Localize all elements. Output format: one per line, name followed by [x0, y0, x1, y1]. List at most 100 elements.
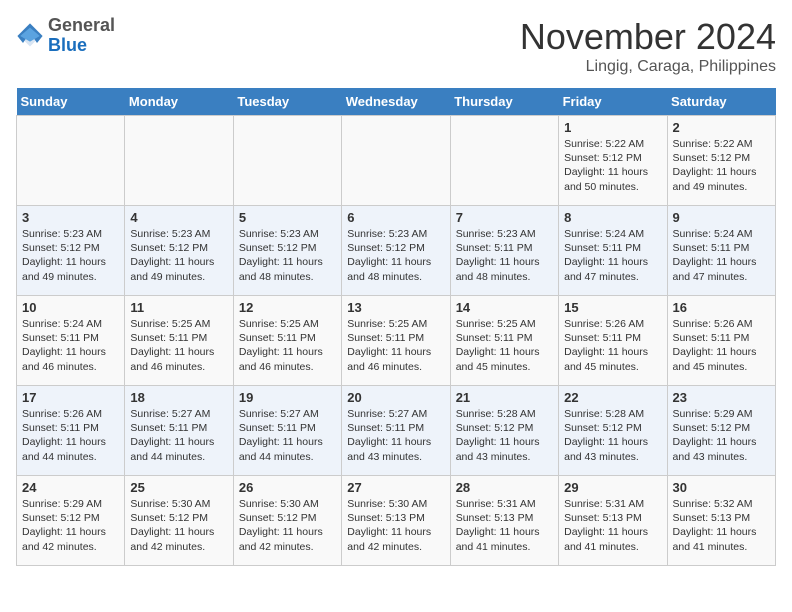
calendar-cell: 1 Sunrise: 5:22 AM Sunset: 5:12 PM Daylig… [559, 116, 667, 206]
day-number: 30 [673, 480, 770, 495]
day-number: 28 [456, 480, 553, 495]
calendar-cell: 5Sunrise: 5:23 AM Sunset: 5:12 PM Daylig… [233, 206, 341, 296]
calendar-cell: 11 Sunrise: 5:25 AM Sunset: 5:11 PM Dayli… [125, 296, 233, 386]
day-number: 15 [564, 300, 661, 315]
day-number: 14 [456, 300, 553, 315]
calendar-week-row: 17 Sunrise: 5:26 AM Sunset: 5:11 PM Dayli… [17, 386, 776, 476]
day-number: 6 [347, 210, 444, 225]
calendar-cell [125, 116, 233, 206]
day-info: Sunrise: 5:23 AM Sunset: 5:11 PM Dayligh… [456, 227, 553, 284]
day-number: 26 [239, 480, 336, 495]
calendar-cell [17, 116, 125, 206]
calendar-week-row: 10 Sunrise: 5:24 AM Sunset: 5:11 PM Dayli… [17, 296, 776, 386]
calendar-cell: 22Sunrise: 5:28 AM Sunset: 5:12 PM Dayli… [559, 386, 667, 476]
day-number: 17 [22, 390, 119, 405]
day-info: Sunrise: 5:31 AM Sunset: 5:13 PM Dayligh… [456, 497, 553, 554]
calendar-cell: 4 Sunrise: 5:23 AM Sunset: 5:12 PM Daylig… [125, 206, 233, 296]
day-number: 1 [564, 120, 661, 135]
day-number: 10 [22, 300, 119, 315]
calendar-cell: 27Sunrise: 5:30 AM Sunset: 5:13 PM Dayli… [342, 476, 450, 566]
logo-icon [16, 22, 44, 50]
calendar-cell [450, 116, 558, 206]
day-number: 11 [130, 300, 227, 315]
calendar-cell: 24 Sunrise: 5:29 AM Sunset: 5:12 PM Dayli… [17, 476, 125, 566]
day-info: Sunrise: 5:25 AM Sunset: 5:11 PM Dayligh… [239, 317, 336, 374]
day-info: Sunrise: 5:23 AM Sunset: 5:12 PM Dayligh… [347, 227, 444, 284]
day-info: Sunrise: 5:23 AM Sunset: 5:12 PM Dayligh… [130, 227, 227, 284]
day-number: 16 [673, 300, 770, 315]
calendar-cell: 9Sunrise: 5:24 AM Sunset: 5:11 PM Daylig… [667, 206, 775, 296]
month-title: November 2024 [520, 16, 776, 58]
day-number: 20 [347, 390, 444, 405]
day-info: Sunrise: 5:25 AM Sunset: 5:11 PM Dayligh… [456, 317, 553, 374]
calendar-header: SundayMondayTuesdayWednesdayThursdayFrid… [17, 88, 776, 116]
day-info: Sunrise: 5:32 AM Sunset: 5:13 PM Dayligh… [673, 497, 770, 554]
calendar-cell: 30 Sunrise: 5:32 AM Sunset: 5:13 PM Dayli… [667, 476, 775, 566]
calendar-week-row: 24 Sunrise: 5:29 AM Sunset: 5:12 PM Dayli… [17, 476, 776, 566]
calendar-cell: 28 Sunrise: 5:31 AM Sunset: 5:13 PM Dayli… [450, 476, 558, 566]
weekday-friday: Friday [559, 88, 667, 116]
calendar-cell: 25 Sunrise: 5:30 AM Sunset: 5:12 PM Dayli… [125, 476, 233, 566]
day-number: 23 [673, 390, 770, 405]
weekday-wednesday: Wednesday [342, 88, 450, 116]
calendar-cell: 29Sunrise: 5:31 AM Sunset: 5:13 PM Dayli… [559, 476, 667, 566]
calendar-cell: 7 Sunrise: 5:23 AM Sunset: 5:11 PM Daylig… [450, 206, 558, 296]
title-block: November 2024 Lingig, Caraga, Philippine… [520, 16, 776, 76]
calendar-cell: 20 Sunrise: 5:27 AM Sunset: 5:11 PM Dayli… [342, 386, 450, 476]
day-number: 2 [673, 120, 770, 135]
day-number: 18 [130, 390, 227, 405]
day-number: 21 [456, 390, 553, 405]
day-info: Sunrise: 5:26 AM Sunset: 5:11 PM Dayligh… [22, 407, 119, 464]
day-info: Sunrise: 5:26 AM Sunset: 5:11 PM Dayligh… [564, 317, 661, 374]
day-number: 4 [130, 210, 227, 225]
day-number: 3 [22, 210, 119, 225]
day-info: Sunrise: 5:27 AM Sunset: 5:11 PM Dayligh… [239, 407, 336, 464]
day-info: Sunrise: 5:29 AM Sunset: 5:12 PM Dayligh… [673, 407, 770, 464]
page-header: General Blue November 2024 Lingig, Carag… [16, 16, 776, 76]
weekday-header-row: SundayMondayTuesdayWednesdayThursdayFrid… [17, 88, 776, 116]
day-info: Sunrise: 5:27 AM Sunset: 5:11 PM Dayligh… [347, 407, 444, 464]
day-info: Sunrise: 5:27 AM Sunset: 5:11 PM Dayligh… [130, 407, 227, 464]
day-number: 24 [22, 480, 119, 495]
calendar-cell: 18 Sunrise: 5:27 AM Sunset: 5:11 PM Dayli… [125, 386, 233, 476]
calendar-cell: 3Sunrise: 5:23 AM Sunset: 5:12 PM Daylig… [17, 206, 125, 296]
logo: General Blue [16, 16, 115, 56]
calendar-cell: 8 Sunrise: 5:24 AM Sunset: 5:11 PM Daylig… [559, 206, 667, 296]
logo-blue: Blue [48, 35, 87, 55]
calendar-cell [342, 116, 450, 206]
day-info: Sunrise: 5:30 AM Sunset: 5:12 PM Dayligh… [130, 497, 227, 554]
location: Lingig, Caraga, Philippines [520, 58, 776, 76]
day-number: 25 [130, 480, 227, 495]
day-info: Sunrise: 5:24 AM Sunset: 5:11 PM Dayligh… [564, 227, 661, 284]
day-number: 9 [673, 210, 770, 225]
calendar-week-row: 3 Sunrise: 5:23 AM Sunset: 5:12 PM Daylig… [17, 206, 776, 296]
day-number: 5 [239, 210, 336, 225]
day-info: Sunrise: 5:25 AM Sunset: 5:11 PM Dayligh… [347, 317, 444, 374]
calendar-cell: 13 Sunrise: 5:25 AM Sunset: 5:11 PM Dayli… [342, 296, 450, 386]
day-info: Sunrise: 5:22 AM Sunset: 5:12 PM Dayligh… [673, 137, 770, 194]
weekday-monday: Monday [125, 88, 233, 116]
day-number: 27 [347, 480, 444, 495]
calendar-table: SundayMondayTuesdayWednesdayThursdayFrid… [16, 88, 776, 566]
day-info: Sunrise: 5:29 AM Sunset: 5:12 PM Dayligh… [22, 497, 119, 554]
day-number: 12 [239, 300, 336, 315]
calendar-cell: 21Sunrise: 5:28 AM Sunset: 5:12 PM Dayli… [450, 386, 558, 476]
calendar-cell: 26Sunrise: 5:30 AM Sunset: 5:12 PM Dayli… [233, 476, 341, 566]
day-number: 19 [239, 390, 336, 405]
day-number: 8 [564, 210, 661, 225]
day-number: 7 [456, 210, 553, 225]
day-info: Sunrise: 5:25 AM Sunset: 5:11 PM Dayligh… [130, 317, 227, 374]
day-info: Sunrise: 5:26 AM Sunset: 5:11 PM Dayligh… [673, 317, 770, 374]
calendar-cell: 23 Sunrise: 5:29 AM Sunset: 5:12 PM Dayli… [667, 386, 775, 476]
calendar-cell [233, 116, 341, 206]
day-number: 29 [564, 480, 661, 495]
day-number: 13 [347, 300, 444, 315]
calendar-cell: 14 Sunrise: 5:25 AM Sunset: 5:11 PM Dayli… [450, 296, 558, 386]
day-info: Sunrise: 5:24 AM Sunset: 5:11 PM Dayligh… [22, 317, 119, 374]
weekday-tuesday: Tuesday [233, 88, 341, 116]
calendar-cell: 10 Sunrise: 5:24 AM Sunset: 5:11 PM Dayli… [17, 296, 125, 386]
day-number: 22 [564, 390, 661, 405]
day-info: Sunrise: 5:22 AM Sunset: 5:12 PM Dayligh… [564, 137, 661, 194]
calendar-cell: 12 Sunrise: 5:25 AM Sunset: 5:11 PM Dayli… [233, 296, 341, 386]
weekday-thursday: Thursday [450, 88, 558, 116]
